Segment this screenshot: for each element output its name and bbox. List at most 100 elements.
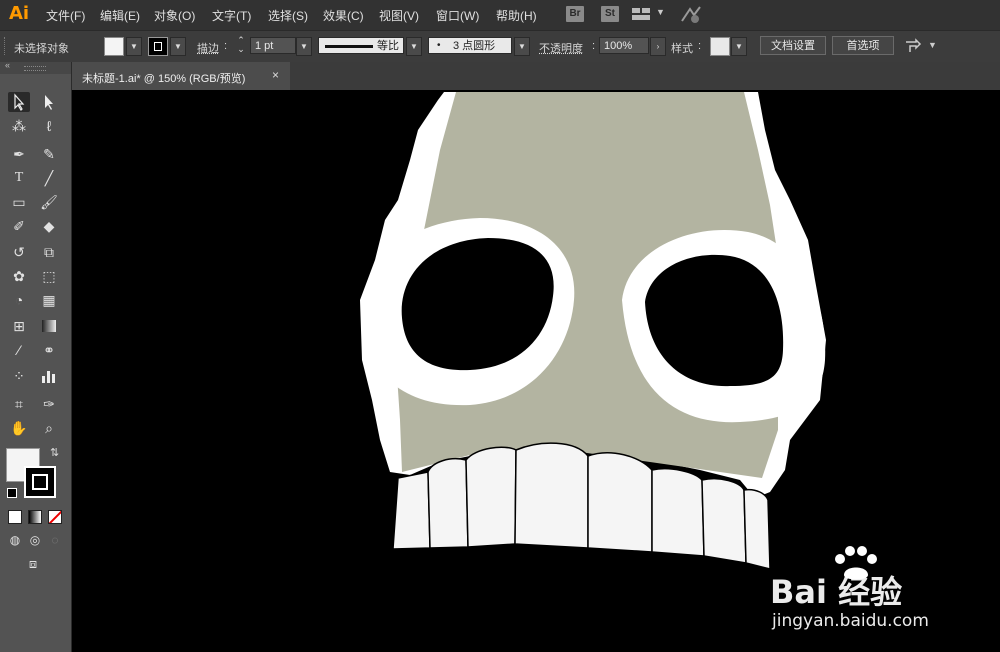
- stroke-color-box[interactable]: [24, 466, 56, 498]
- stroke-label[interactable]: 描边: [197, 40, 219, 56]
- document-tab[interactable]: 未标题-1.ai* @ 150% (RGB/预览) ×: [72, 62, 290, 90]
- direct-selection-tool-icon[interactable]: [38, 92, 60, 112]
- perspective-grid-tool-icon[interactable]: ▦: [38, 290, 60, 310]
- menu-object[interactable]: 对象(O): [154, 7, 195, 24]
- menu-type[interactable]: 文字(T): [212, 7, 251, 24]
- menu-bar: Ai 文件(F) 编辑(E) 对象(O) 文字(T) 选择(S) 效果(C) 视…: [0, 0, 1000, 30]
- gradient-mode-icon[interactable]: [28, 510, 42, 524]
- lasso-tool-icon[interactable]: ℓ: [38, 116, 60, 136]
- menu-select[interactable]: 选择(S): [268, 7, 308, 24]
- artboard-tool-icon[interactable]: ⌗: [8, 394, 30, 414]
- graph-tool-icon[interactable]: [38, 366, 60, 386]
- stroke-weight-dropdown[interactable]: ▼: [296, 37, 312, 56]
- selection-tool-icon[interactable]: [8, 92, 30, 112]
- brush-definition[interactable]: • 3 点圆形: [428, 37, 512, 54]
- close-icon[interactable]: ×: [272, 68, 279, 82]
- stroke-weight-field[interactable]: 1 pt: [250, 37, 296, 54]
- app-logo: Ai: [8, 3, 30, 24]
- draw-normal-icon[interactable]: ◍: [4, 530, 26, 550]
- tooth-2: [427, 458, 469, 549]
- brush-dropdown[interactable]: ▼: [514, 37, 530, 56]
- document-tab-title: 未标题-1.ai* @ 150% (RGB/预览): [82, 73, 246, 85]
- tools-panel: « ⁂ ℓ ✒ ✎ T ╱ ▭ 🖌 ✐ ◆ ↺ ⧉ ✿ ⬚ ◔ ▦ ⊞ ⁄ ⚭ …: [0, 60, 72, 652]
- type-tool-icon[interactable]: T: [8, 168, 30, 188]
- document-tab-bar: 未标题-1.ai* @ 150% (RGB/预览) ×: [72, 62, 1000, 90]
- tooth-4: [514, 442, 589, 549]
- mesh-tool-icon[interactable]: ⊞: [8, 316, 30, 336]
- bridge-button[interactable]: Br: [566, 6, 584, 22]
- opacity-field[interactable]: 100%: [599, 37, 649, 54]
- stock-button[interactable]: St: [601, 6, 619, 22]
- zoom-tool-icon[interactable]: ⌕: [38, 418, 60, 438]
- stroke-stepper[interactable]: ⌃ ⌄: [234, 36, 248, 56]
- pen-tool-icon[interactable]: ✒: [8, 144, 30, 164]
- variable-width-profile[interactable]: 等比: [318, 37, 404, 54]
- magic-wand-tool-icon[interactable]: ⁂: [8, 116, 30, 136]
- tools-panel-header: «: [0, 60, 71, 74]
- swap-colors-icon[interactable]: ⇅: [50, 446, 59, 459]
- tooth-5: [587, 452, 653, 553]
- rotate-tool-icon[interactable]: ↺: [8, 242, 30, 262]
- slice-tool-icon[interactable]: ✑: [38, 394, 60, 414]
- panel-menu-chevron-icon[interactable]: ▼: [928, 40, 937, 50]
- tooth-3: [465, 446, 517, 548]
- grip-icon: [4, 37, 8, 55]
- control-bar: 未选择对象 ▼ ▼ 描边 : ⌃ ⌄ 1 pt ▼ 等比 ▼ • 3 点圆形 ▼ …: [0, 30, 1000, 63]
- profile-dropdown[interactable]: ▼: [406, 37, 422, 56]
- menu-view[interactable]: 视图(V): [379, 7, 419, 24]
- draw-behind-icon[interactable]: ◎: [24, 530, 46, 550]
- fill-swatch[interactable]: [104, 37, 124, 56]
- collapse-icon[interactable]: «: [5, 60, 10, 70]
- tooth-6: [651, 468, 705, 557]
- none-mode-icon[interactable]: [48, 510, 62, 524]
- baidu-watermark: Bai 经验 jingyan.baidu.com: [770, 545, 990, 635]
- menu-edit[interactable]: 编辑(E): [100, 7, 140, 24]
- gradient-tool-icon[interactable]: [38, 316, 60, 336]
- menu-effect[interactable]: 效果(C): [323, 7, 364, 24]
- line-tool-icon[interactable]: ╱: [38, 168, 60, 188]
- eyedropper-tool-icon[interactable]: ⁄: [8, 340, 30, 360]
- preferences-button[interactable]: 首选项: [832, 36, 894, 55]
- style-dropdown[interactable]: ▼: [731, 37, 747, 56]
- sync-settings-icon[interactable]: [680, 5, 702, 25]
- default-colors-icon[interactable]: [7, 488, 17, 498]
- symbol-sprayer-tool-icon[interactable]: ⁘: [8, 366, 30, 386]
- workspace-layout-icon[interactable]: [632, 7, 652, 21]
- chevron-down-icon[interactable]: ▼: [656, 7, 665, 17]
- stroke-swatch[interactable]: [148, 37, 168, 56]
- tooth-7: [701, 478, 747, 564]
- menu-file[interactable]: 文件(F): [46, 7, 85, 24]
- free-transform-tool-icon[interactable]: ⬚: [38, 266, 60, 286]
- menu-help[interactable]: 帮助(H): [496, 7, 537, 24]
- paintbrush-tool-icon[interactable]: 🖌: [38, 192, 60, 212]
- warp-tool-icon[interactable]: ✿: [8, 266, 30, 286]
- colon-separator: :: [224, 40, 228, 52]
- menu-window[interactable]: 窗口(W): [436, 7, 479, 24]
- shaper-tool-icon[interactable]: ✐: [8, 216, 30, 236]
- fill-dropdown[interactable]: ▼: [126, 37, 142, 56]
- arrange-icon[interactable]: [904, 38, 924, 54]
- graphic-style-swatch[interactable]: [710, 37, 730, 56]
- style-label: 样式: [671, 43, 693, 55]
- tooth-8: [743, 488, 771, 570]
- stroke-dropdown[interactable]: ▼: [170, 37, 186, 56]
- hand-tool-icon[interactable]: ✋: [8, 418, 30, 438]
- curvature-tool-icon[interactable]: ✎: [38, 144, 60, 164]
- document-setup-button[interactable]: 文档设置: [760, 36, 826, 55]
- blend-tool-icon[interactable]: ⚭: [38, 340, 60, 360]
- shape-builder-tool-icon[interactable]: ◔: [8, 290, 30, 310]
- watermark-url: jingyan.baidu.com: [772, 611, 929, 631]
- brush-dot-icon: •: [437, 40, 441, 51]
- colon-separator-2: :: [592, 40, 596, 52]
- opacity-expand[interactable]: ›: [650, 37, 666, 56]
- draw-inside-icon[interactable]: ◌: [44, 530, 66, 550]
- opacity-label[interactable]: 不透明度: [539, 40, 583, 56]
- screen-mode-icon[interactable]: ⧈: [22, 554, 44, 574]
- rectangle-tool-icon[interactable]: ▭: [8, 192, 30, 212]
- scale-tool-icon[interactable]: ⧉: [38, 242, 60, 262]
- tooth-1: [392, 471, 431, 550]
- eraser-tool-icon[interactable]: ◆: [38, 216, 60, 236]
- colon-separator-3: :: [698, 40, 702, 52]
- selection-status: 未选择对象: [14, 43, 69, 55]
- color-mode-icon[interactable]: [8, 510, 22, 524]
